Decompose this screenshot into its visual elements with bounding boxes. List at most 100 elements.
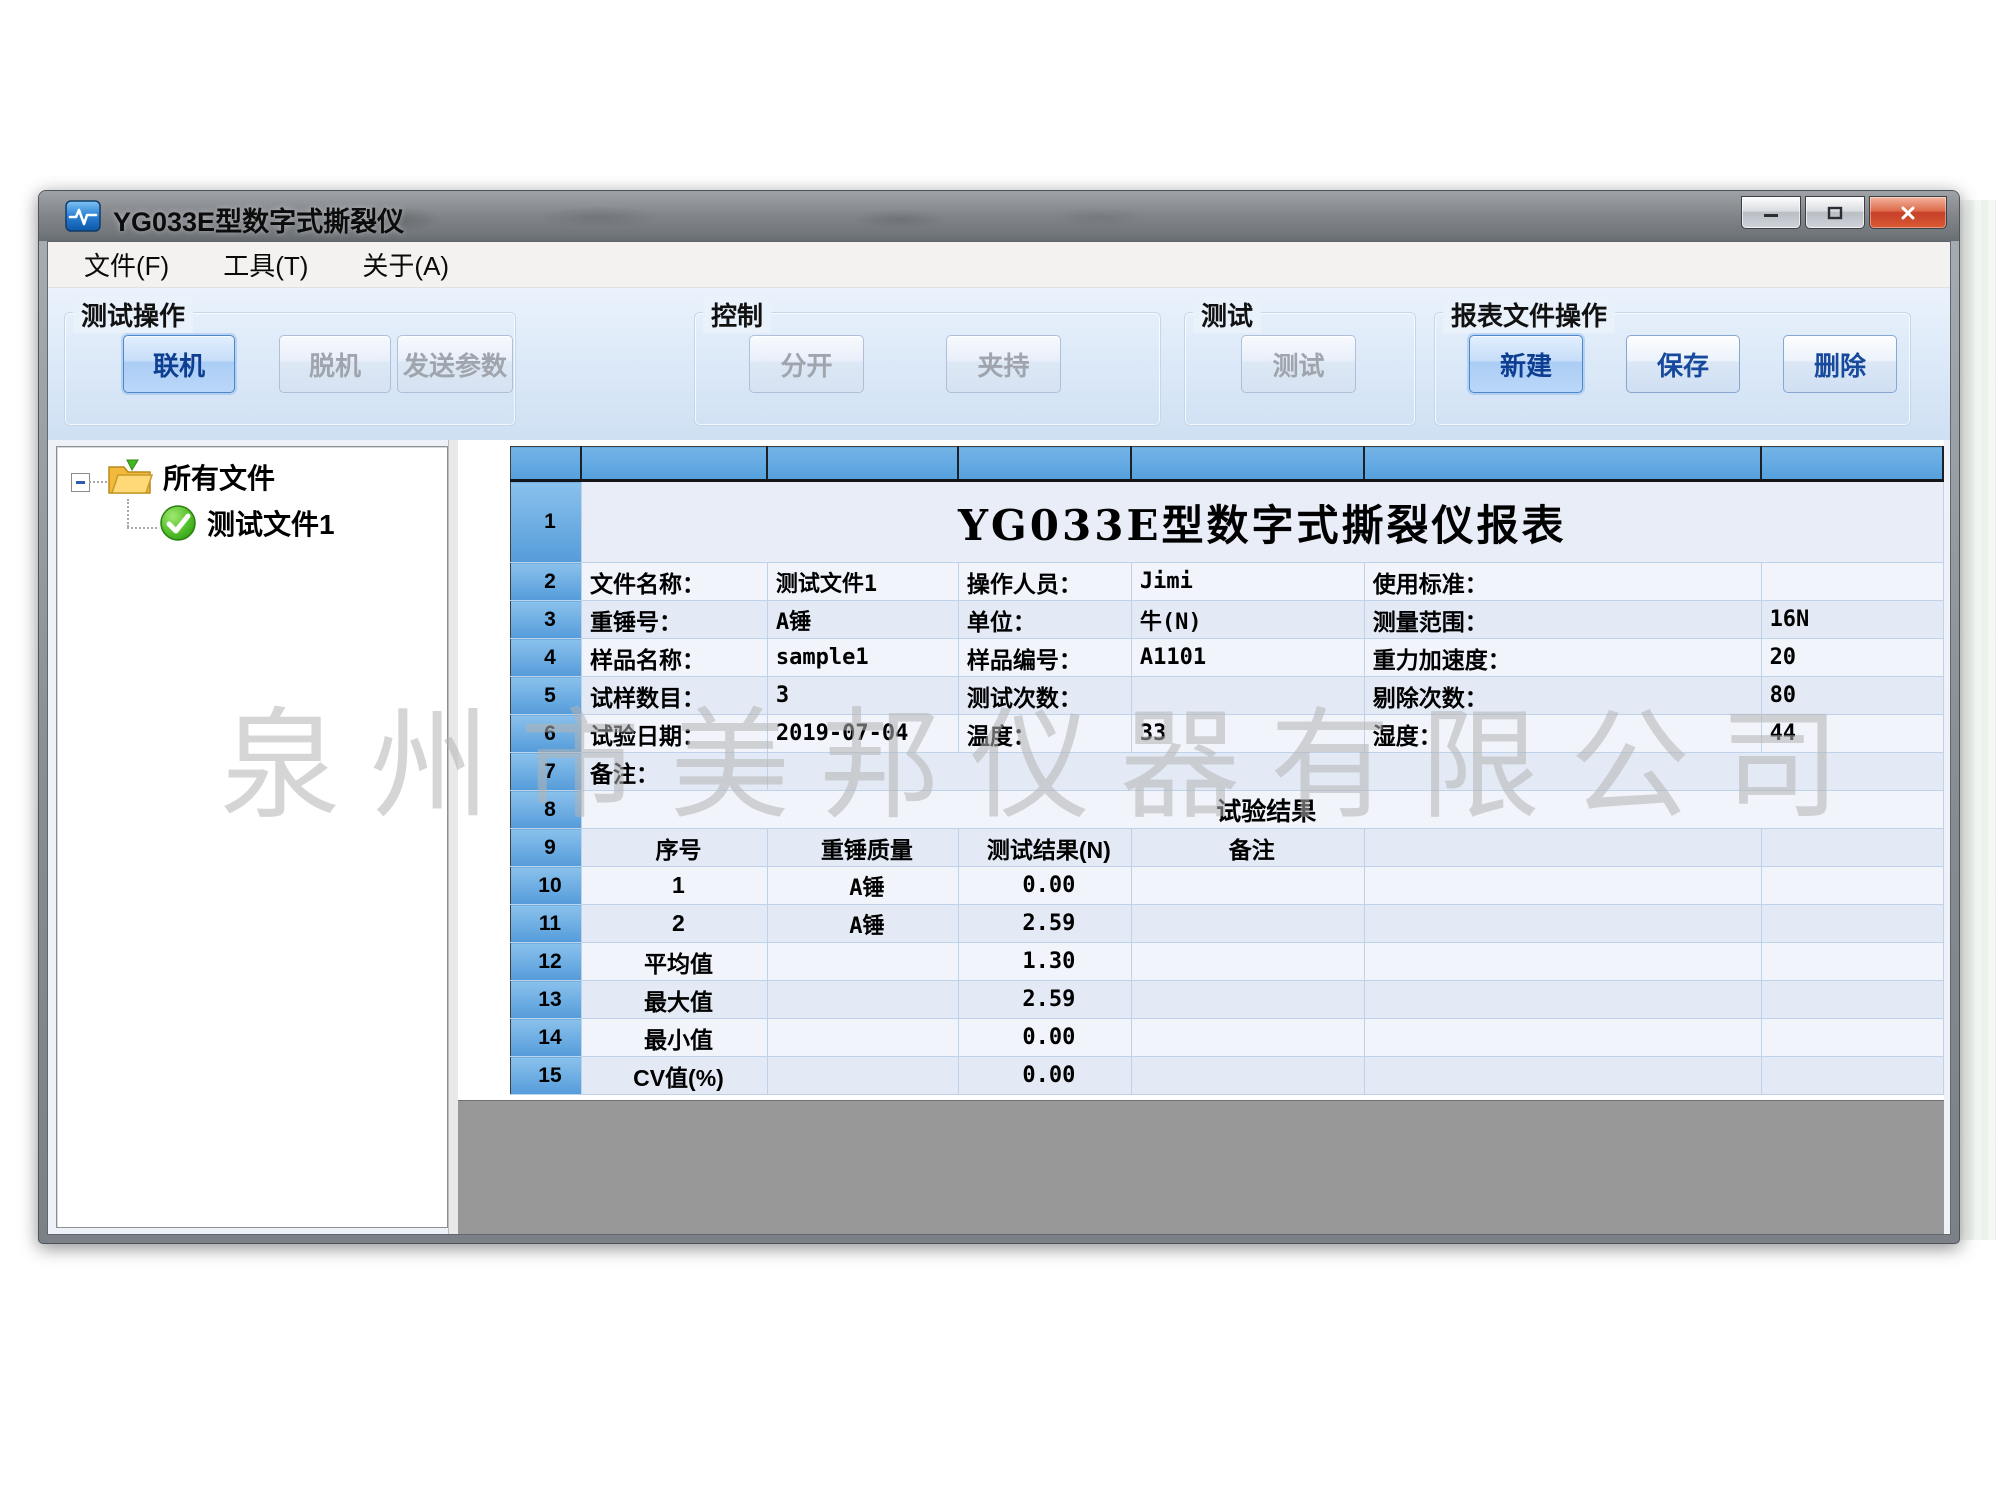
grid-cell[interactable]: 2 <box>581 905 767 943</box>
grid-header-cell[interactable] <box>958 447 1131 481</box>
grid-cell[interactable]: 2.59 <box>958 905 1131 943</box>
send-params-button[interactable]: 发送参数 <box>397 335 513 393</box>
grid-corner-cell[interactable] <box>511 447 582 481</box>
grid-cell[interactable] <box>1364 943 1761 981</box>
row-number-cell[interactable]: 14 <box>511 1019 582 1057</box>
grid-cell[interactable] <box>767 981 958 1019</box>
grid-header-cell[interactable] <box>1131 447 1364 481</box>
grid-cell[interactable]: 使用标准： <box>1364 563 1761 601</box>
connect-button[interactable]: 联机 <box>123 335 235 393</box>
grid-cell[interactable]: A1101 <box>1131 639 1364 677</box>
grid-cell[interactable]: 测试文件1 <box>767 563 958 601</box>
grid-cell[interactable]: 操作人员： <box>958 563 1131 601</box>
grid-cell[interactable]: 牛(N) <box>1131 601 1364 639</box>
grid-cell[interactable]: 33 <box>1131 715 1364 753</box>
grid-cell[interactable]: 20 <box>1761 639 1943 677</box>
grid-cell[interactable] <box>1364 867 1761 905</box>
row-number-cell[interactable]: 13 <box>511 981 582 1019</box>
grid-cell[interactable]: 3 <box>767 677 958 715</box>
result-header-cell[interactable]: 重锤质量 <box>767 829 958 867</box>
clamp-button[interactable]: 夹持 <box>946 335 1061 393</box>
grid-cell[interactable]: 样品名称： <box>581 639 767 677</box>
grid-cell[interactable] <box>1131 981 1364 1019</box>
grid-cell[interactable]: 重锤号： <box>581 601 767 639</box>
grid-cell[interactable]: 80 <box>1761 677 1943 715</box>
grid-cell[interactable] <box>1364 1019 1761 1057</box>
grid-cell[interactable] <box>1131 677 1364 715</box>
maximize-button[interactable] <box>1805 196 1865 229</box>
row-number-cell[interactable]: 10 <box>511 867 582 905</box>
grid-cell[interactable] <box>1364 905 1761 943</box>
row-number-cell[interactable]: 8 <box>511 791 582 829</box>
grid-cell[interactable]: 文件名称： <box>581 563 767 601</box>
grid-cell[interactable] <box>1761 905 1943 943</box>
tree-item-test-file-1[interactable]: 测试文件1 <box>159 503 335 543</box>
row-number-cell[interactable]: 12 <box>511 943 582 981</box>
row-number-cell[interactable]: 1 <box>511 481 582 563</box>
disconnect-button[interactable]: 脱机 <box>279 335 391 393</box>
grid-cell[interactable] <box>1761 1019 1943 1057</box>
result-header-cell[interactable] <box>1364 829 1761 867</box>
grid-cell[interactable] <box>767 943 958 981</box>
row-number-cell[interactable]: 3 <box>511 601 582 639</box>
row-number-cell[interactable]: 2 <box>511 563 582 601</box>
separate-button[interactable]: 分开 <box>749 335 864 393</box>
close-button[interactable] <box>1869 196 1947 229</box>
minimize-button[interactable] <box>1741 196 1801 229</box>
grid-cell[interactable]: 测量范围： <box>1364 601 1761 639</box>
grid-cell[interactable]: 16N <box>1761 601 1943 639</box>
app-icon[interactable] <box>65 200 101 232</box>
new-button[interactable]: 新建 <box>1469 335 1583 393</box>
grid-cell[interactable]: 样品编号： <box>958 639 1131 677</box>
result-header-cell[interactable]: 序号 <box>581 829 767 867</box>
row-number-cell[interactable]: 6 <box>511 715 582 753</box>
grid-cell[interactable] <box>1761 981 1943 1019</box>
row-number-cell[interactable]: 5 <box>511 677 582 715</box>
row-number-cell[interactable]: 7 <box>511 753 582 791</box>
grid-cell[interactable] <box>1131 1057 1364 1095</box>
grid-cell[interactable]: 测试次数： <box>958 677 1131 715</box>
grid-header-cell[interactable] <box>581 447 767 481</box>
row-number-cell[interactable]: 11 <box>511 905 582 943</box>
menu-tools[interactable]: 工具(T) <box>203 242 328 287</box>
grid-cell[interactable] <box>1131 943 1364 981</box>
grid-cell[interactable]: 0.00 <box>958 1057 1131 1095</box>
grid-cell[interactable]: sample1 <box>767 639 958 677</box>
grid-cell[interactable] <box>1131 905 1364 943</box>
grid-cell[interactable] <box>1364 981 1761 1019</box>
grid-cell[interactable] <box>767 753 1943 791</box>
grid-cell[interactable]: 0.00 <box>958 1019 1131 1057</box>
section-header-cell[interactable]: 试验结果 <box>581 791 1943 829</box>
grid-cell[interactable]: 备注： <box>581 753 767 791</box>
grid-cell[interactable] <box>1131 867 1364 905</box>
grid-cell[interactable]: 44 <box>1761 715 1943 753</box>
grid-cell[interactable]: 2.59 <box>958 981 1131 1019</box>
grid-cell[interactable] <box>767 1019 958 1057</box>
grid-cell[interactable]: A锤 <box>767 867 958 905</box>
grid-cell[interactable]: 2019-07-04 <box>767 715 958 753</box>
grid-cell[interactable] <box>1761 563 1943 601</box>
grid-cell[interactable]: A锤 <box>767 905 958 943</box>
grid-cell[interactable]: 剔除次数： <box>1364 677 1761 715</box>
grid-cell[interactable] <box>1364 1057 1761 1095</box>
grid-cell[interactable]: 最小值 <box>581 1019 767 1057</box>
report-title-cell[interactable]: YG033E型数字式撕裂仪报表 <box>581 481 1943 563</box>
grid-cell[interactable]: 单位： <box>958 601 1131 639</box>
grid-cell[interactable]: 试验日期： <box>581 715 767 753</box>
grid-cell[interactable]: CV值(%) <box>581 1057 767 1095</box>
test-button[interactable]: 测试 <box>1241 335 1356 393</box>
grid-cell[interactable] <box>1761 1057 1943 1095</box>
grid-cell[interactable]: 平均值 <box>581 943 767 981</box>
grid-header-cell[interactable] <box>1364 447 1761 481</box>
row-number-cell[interactable]: 9 <box>511 829 582 867</box>
grid-cell[interactable]: A锤 <box>767 601 958 639</box>
result-header-cell[interactable]: 测试结果(N) <box>958 829 1131 867</box>
tree-item-all-files[interactable]: 所有文件 <box>107 457 275 497</box>
grid-cell[interactable] <box>1761 943 1943 981</box>
grid-header-cell[interactable] <box>1761 447 1943 481</box>
grid-cell[interactable]: 温度： <box>958 715 1131 753</box>
menu-about[interactable]: 关于(A) <box>342 242 469 287</box>
result-header-cell[interactable]: 备注 <box>1131 829 1364 867</box>
titlebar[interactable]: YG033E型数字式撕裂仪 <box>39 191 1959 241</box>
grid-cell[interactable]: Jimi <box>1131 563 1364 601</box>
